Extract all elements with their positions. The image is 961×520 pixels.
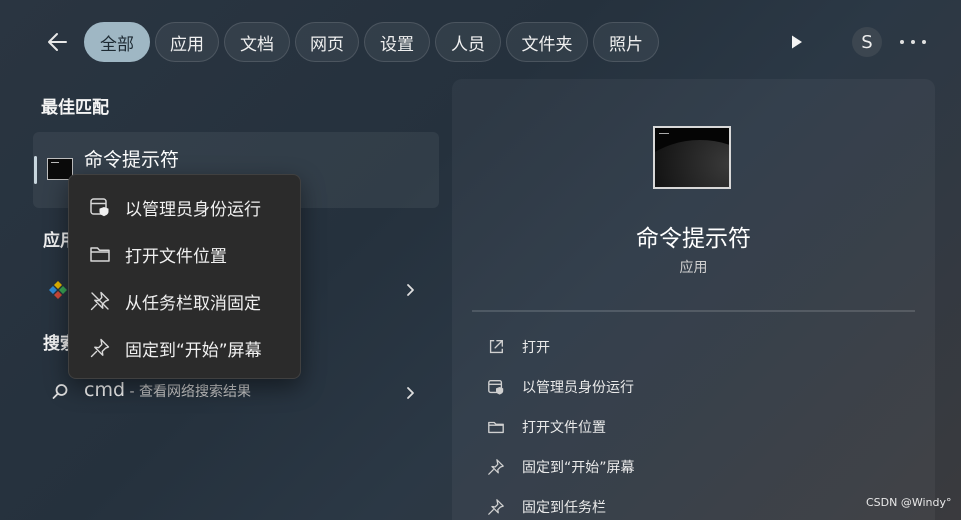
chevron-right-icon[interactable]	[403, 385, 417, 399]
folder-icon	[486, 417, 506, 437]
action-open-file-location[interactable]: 打开文件位置	[486, 415, 606, 439]
menu-item-label: 从任务栏取消固定	[125, 293, 261, 314]
filter-photos[interactable]: 照片	[593, 22, 659, 62]
menu-item-pin-to-start[interactable]: 固定到“开始”屏幕	[69, 325, 300, 371]
menu-item-label: 固定到“开始”屏幕	[125, 340, 262, 361]
search-filter-bar: 全部 应用 文档 网页 设置 人员 文件夹 照片 S	[0, 0, 961, 84]
context-menu: 以管理员身份运行 打开文件位置 从任务栏取消固定 固定到“开始”屏幕	[68, 174, 301, 379]
action-label: 打开文件位置	[522, 420, 606, 436]
filter-apps[interactable]: 应用	[155, 22, 219, 62]
web-search-query: cmd	[84, 379, 126, 401]
web-search-suffix: - 查看网络搜索结果	[125, 384, 251, 400]
admin-shield-icon	[486, 377, 506, 397]
pin-icon	[89, 337, 111, 359]
unpin-icon	[89, 290, 111, 312]
action-label: 以管理员身份运行	[522, 380, 634, 396]
action-label: 固定到“开始”屏幕	[522, 460, 635, 476]
action-run-as-admin[interactable]: 以管理员身份运行	[486, 375, 634, 399]
details-title: 命令提示符	[636, 226, 751, 252]
watermark: CSDN @Windy°	[866, 496, 952, 509]
command-prompt-large-icon	[653, 126, 731, 189]
best-match-heading: 最佳匹配	[41, 98, 109, 118]
divider	[472, 310, 915, 312]
filter-all[interactable]: 全部	[84, 22, 150, 62]
search-heading: 搜索	[43, 334, 69, 354]
more-options-icon[interactable]	[900, 30, 926, 54]
menu-item-run-as-admin[interactable]: 以管理员身份运行	[69, 184, 300, 230]
chevron-right-icon[interactable]	[403, 282, 417, 296]
action-label: 固定到任务栏	[522, 500, 606, 516]
back-arrow-icon[interactable]	[44, 28, 72, 56]
web-search-result[interactable]: cmd - 查看网络搜索结果	[84, 379, 251, 401]
play-icon[interactable]	[784, 30, 808, 54]
action-pin-to-taskbar[interactable]: 固定到任务栏	[486, 495, 606, 519]
pin-icon	[486, 457, 506, 477]
pin-icon	[486, 497, 506, 517]
details-subtitle: 应用	[679, 260, 708, 276]
selection-indicator	[34, 156, 37, 184]
action-pin-to-start[interactable]: 固定到“开始”屏幕	[486, 455, 635, 479]
filter-settings[interactable]: 设置	[364, 22, 430, 62]
filter-documents[interactable]: 文档	[224, 22, 290, 62]
search-icon	[50, 382, 70, 402]
menu-item-open-file-location[interactable]: 打开文件位置	[69, 231, 300, 277]
menu-item-label: 打开文件位置	[125, 246, 227, 267]
action-open[interactable]: 打开	[486, 335, 550, 359]
menu-item-unpin-taskbar[interactable]: 从任务栏取消固定	[69, 278, 300, 324]
folder-icon	[89, 243, 111, 265]
app-icon[interactable]	[47, 279, 69, 301]
filter-people[interactable]: 人员	[435, 22, 501, 62]
avatar[interactable]: S	[852, 27, 882, 57]
filter-folders[interactable]: 文件夹	[506, 22, 588, 62]
action-label: 打开	[522, 340, 550, 356]
filter-web[interactable]: 网页	[295, 22, 359, 62]
open-external-icon	[486, 337, 506, 357]
best-match-title: 命令提示符	[84, 149, 180, 171]
admin-shield-icon	[89, 196, 111, 218]
menu-item-label: 以管理员身份运行	[125, 199, 261, 220]
apps-heading: 应用	[43, 231, 69, 251]
